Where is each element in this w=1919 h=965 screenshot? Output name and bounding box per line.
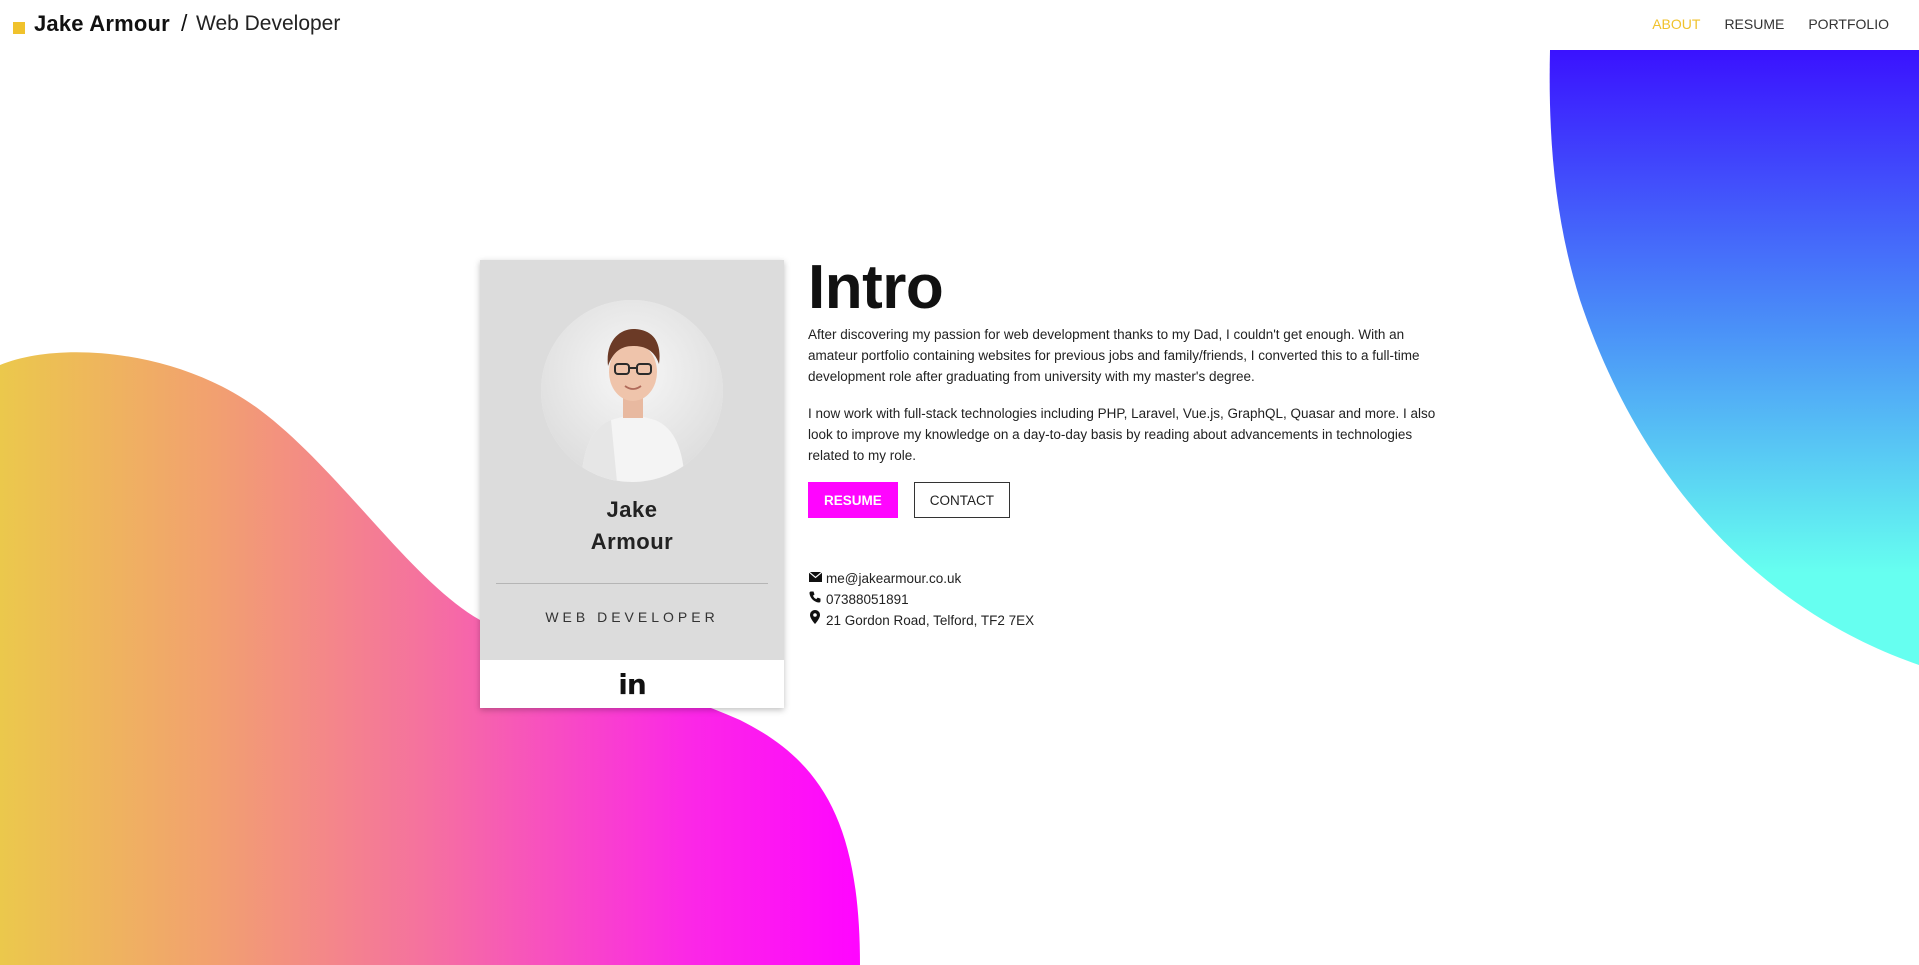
nav-about[interactable]: ABOUT [1652, 16, 1700, 32]
brand-name[interactable]: Jake Armour [34, 11, 170, 37]
card-name: Jake Armour [480, 494, 784, 558]
map-marker-icon [808, 610, 822, 631]
contact-phone[interactable]: 07388051891 [826, 589, 909, 610]
nav-portfolio[interactable]: PORTFOLIO [1808, 16, 1889, 32]
profile-card: Jake Armour WEB DEVELOPER in [480, 260, 784, 708]
brand-separator: / [181, 10, 188, 36]
phone-icon [808, 589, 822, 610]
intro-paragraph-1: After discovering my passion for web dev… [808, 327, 1420, 384]
card-social-bar: in [480, 660, 784, 708]
contact-address: 21 Gordon Road, Telford, TF2 7EX [826, 613, 1035, 628]
contact-button[interactable]: CONTACT [913, 482, 1011, 518]
intro-section: Intro After discovering my passion for w… [808, 252, 1438, 631]
intro-heading: Intro [808, 253, 944, 322]
site-header: Jake Armour / Web Developer ABOUT RESUME… [0, 0, 1919, 50]
contact-address-row: 21 Gordon Road, Telford, TF2 7EX [808, 610, 1438, 631]
brand-role: Web Developer [196, 12, 341, 35]
intro-buttons: RESUME CONTACT [808, 482, 1438, 518]
card-first-name: Jake [606, 497, 658, 522]
avatar [541, 300, 723, 482]
linkedin-icon[interactable]: in [618, 668, 647, 701]
card-role: WEB DEVELOPER [545, 609, 719, 625]
avatar-photo [541, 300, 723, 482]
card-last-name: Armour [590, 529, 674, 554]
contact-list: me@jakearmour.co.uk 07388051891 21 Gordo… [808, 568, 1438, 631]
intro-paragraph-2: I now work with full-stack technologies … [808, 406, 1436, 463]
main-nav: ABOUT RESUME PORTFOLIO [1652, 16, 1889, 32]
card-divider [496, 583, 768, 584]
contact-email-row[interactable]: me@jakearmour.co.uk [808, 568, 1438, 589]
logo-square-icon [13, 22, 25, 34]
resume-button[interactable]: RESUME [808, 482, 898, 518]
contact-phone-row[interactable]: 07388051891 [808, 589, 1438, 610]
nav-resume[interactable]: RESUME [1724, 16, 1784, 32]
envelope-icon [808, 568, 822, 589]
contact-email[interactable]: me@jakearmour.co.uk [826, 568, 961, 589]
